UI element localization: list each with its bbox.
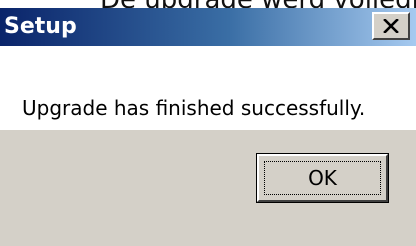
dialog-footer: OK [0, 130, 416, 246]
setup-dialog: Setup Upgrade has finished successfully.… [0, 8, 416, 246]
close-button[interactable] [372, 12, 410, 40]
close-x-icon [383, 19, 399, 33]
ok-button[interactable]: OK [257, 154, 388, 202]
dialog-content: Upgrade has finished successfully. [0, 46, 416, 130]
dialog-titlebar[interactable]: Setup [0, 8, 416, 46]
ok-button-label: OK [308, 166, 337, 190]
dialog-message: Upgrade has finished successfully. [22, 96, 366, 120]
screenshot: De upgrade werd volledig voltooid Setup … [0, 0, 416, 246]
dialog-title: Setup [4, 14, 77, 39]
